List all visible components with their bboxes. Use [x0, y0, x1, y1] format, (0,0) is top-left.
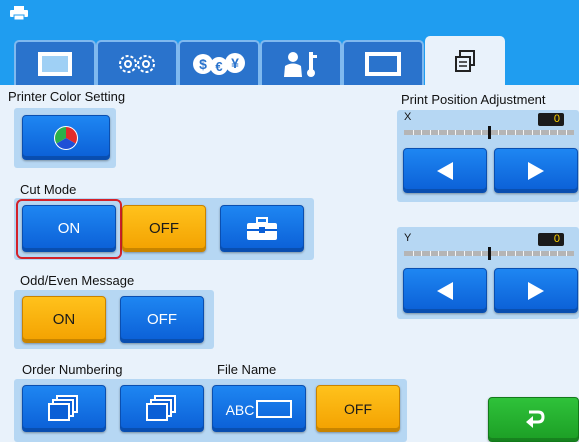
print-position-label: Print Position Adjustment — [401, 92, 546, 107]
slider-tick — [413, 130, 414, 135]
order-numbering-button-1[interactable] — [22, 385, 106, 432]
slider-tick — [498, 130, 499, 135]
arrow-right-icon — [528, 161, 544, 180]
slider-tick — [515, 130, 516, 135]
arrow-left-icon — [437, 281, 453, 300]
slider-tick — [549, 251, 550, 256]
tab-frame[interactable] — [342, 40, 424, 85]
slider-tick — [421, 251, 422, 256]
slider-tick — [566, 130, 567, 135]
order-numbering-button-2[interactable] — [120, 385, 204, 432]
screen-icon — [38, 51, 72, 76]
slider-tick — [472, 130, 473, 135]
printer-color-button[interactable] — [22, 115, 110, 160]
slider-tick — [523, 130, 524, 135]
slider-tick — [438, 130, 439, 135]
tab-settings[interactable] — [96, 40, 178, 85]
slider-tick — [464, 251, 465, 256]
slider-tick — [455, 130, 456, 135]
slider-tick — [557, 130, 558, 135]
tab-display[interactable] — [14, 40, 96, 85]
cut-mode-tools-button[interactable] — [220, 205, 304, 252]
y-left-button[interactable] — [403, 268, 487, 313]
frame-icon — [365, 51, 401, 76]
file-name-abc-text: ABC — [225, 401, 255, 418]
order-numbering-label: Order Numbering — [22, 362, 123, 377]
slider-tick — [549, 130, 550, 135]
title-bar — [0, 0, 579, 26]
slider-tick — [438, 251, 439, 256]
toolbox-icon — [247, 216, 277, 240]
svg-text:€: € — [215, 59, 222, 74]
slider-tick — [506, 251, 507, 256]
file-name-off-button[interactable]: OFF — [316, 385, 400, 432]
currency-icon: $ € ¥ — [193, 52, 245, 75]
slider-tick — [532, 130, 533, 135]
cut-mode-off-button[interactable]: OFF — [122, 205, 206, 252]
slider-tick — [540, 130, 541, 135]
y-value-display: 0 — [538, 233, 564, 246]
svg-text:$: $ — [199, 56, 207, 72]
arrow-left-icon — [437, 161, 453, 180]
slider-tick — [523, 251, 524, 256]
slider-tick — [481, 130, 482, 135]
y-right-button[interactable] — [494, 268, 578, 313]
slider-tick — [532, 251, 533, 256]
cut-mode-on-button[interactable]: ON — [22, 205, 116, 252]
slider-tick — [472, 251, 473, 256]
slider-tick — [540, 251, 541, 256]
slider-tick — [455, 251, 456, 256]
y-position-slider[interactable] — [404, 247, 574, 260]
slider-tick — [413, 251, 414, 256]
slider-tick — [464, 130, 465, 135]
slider-tick — [566, 251, 567, 256]
x-left-button[interactable] — [403, 148, 487, 193]
user-key-icon — [284, 51, 317, 77]
stacked-prints-icon — [146, 394, 176, 421]
slider-tick — [506, 130, 507, 135]
arrow-right-icon — [528, 281, 544, 300]
file-name-label: File Name — [217, 362, 277, 377]
x-position-slider[interactable] — [404, 126, 574, 139]
return-arrow-icon — [525, 410, 545, 428]
x-axis-label: X — [404, 111, 412, 123]
slider-tick — [498, 251, 499, 256]
tab-pricing[interactable]: $ € ¥ — [178, 40, 260, 85]
slider-tick — [421, 130, 422, 135]
x-value-display: 0 — [538, 113, 564, 126]
svg-text:¥: ¥ — [231, 55, 239, 71]
tab-printer[interactable] — [425, 36, 505, 86]
return-button[interactable] — [488, 397, 579, 442]
printer-color-label: Printer Color Setting — [8, 89, 126, 104]
slider-tick — [430, 251, 431, 256]
slider-tick — [515, 251, 516, 256]
slider-tick — [430, 130, 431, 135]
slider-tick — [447, 251, 448, 256]
tab-security[interactable] — [260, 40, 342, 85]
slider-thumb[interactable] — [488, 247, 491, 260]
stacked-prints-icon — [48, 394, 78, 421]
text-field-icon — [256, 399, 293, 418]
odd-even-on-button[interactable]: ON — [22, 296, 106, 343]
slider-tick — [447, 130, 448, 135]
odd-even-label: Odd/Even Message — [20, 273, 135, 288]
gears-icon — [119, 54, 155, 73]
slider-tick — [481, 251, 482, 256]
odd-even-off-button[interactable]: OFF — [120, 296, 204, 343]
printer-stack-icon — [455, 50, 475, 72]
cut-mode-label: Cut Mode — [20, 182, 77, 197]
slider-tick — [557, 251, 558, 256]
y-axis-label: Y — [404, 232, 412, 244]
slider-thumb[interactable] — [488, 126, 491, 139]
printer-icon — [10, 6, 28, 20]
file-name-abc-button[interactable]: ABC — [212, 385, 306, 432]
x-right-button[interactable] — [494, 148, 578, 193]
color-wheel-icon — [54, 125, 78, 150]
